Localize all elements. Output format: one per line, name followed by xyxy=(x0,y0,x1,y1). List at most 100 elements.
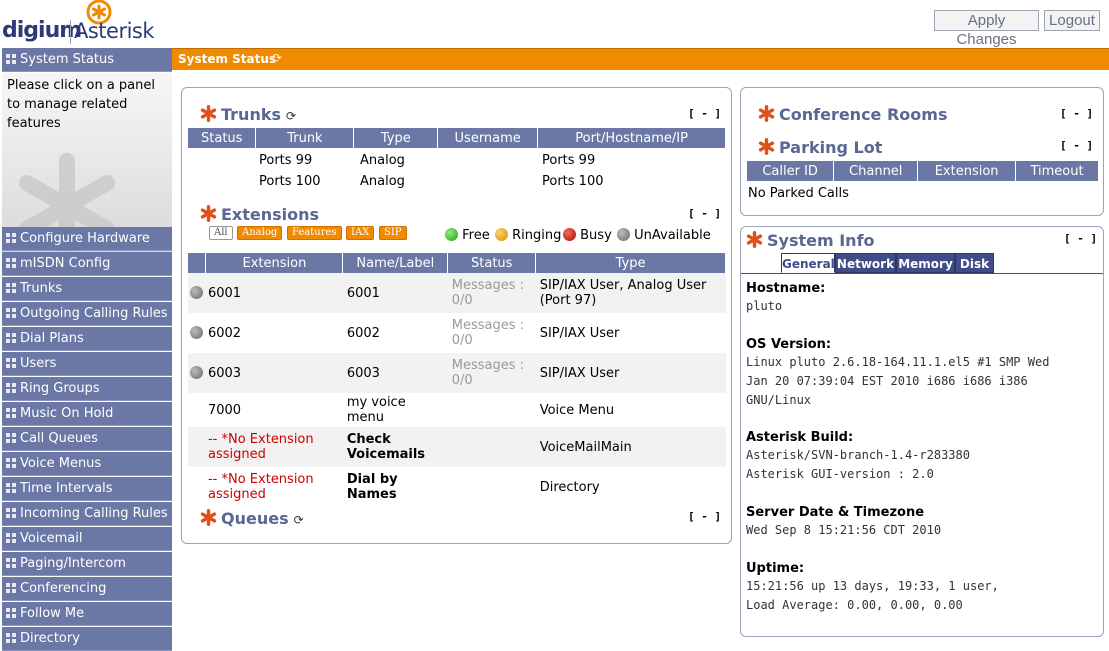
filter-iax-button[interactable]: IAX xyxy=(346,226,375,240)
filter-analog-button[interactable]: Analog xyxy=(237,226,283,240)
refresh-icon[interactable]: ⟳ xyxy=(272,51,282,65)
trunks-collapse-button[interactable]: [ - ] xyxy=(688,107,721,120)
extension-status-cell xyxy=(188,353,206,393)
sidebar-item-label: Call Queues xyxy=(20,431,98,446)
sidebar-item-trunks[interactable]: Trunks xyxy=(2,277,172,301)
refresh-icon[interactable]: ⟳ xyxy=(286,109,296,123)
asterisk-icon xyxy=(758,138,775,155)
sidebar-item-label: Follow Me xyxy=(20,606,85,621)
sidebar-item-label: Outgoing Calling Rules xyxy=(20,306,168,321)
tab-general[interactable]: General xyxy=(781,253,835,273)
sidebar-item-label: Directory xyxy=(20,631,80,646)
system-info-title[interactable]: System Info xyxy=(746,231,875,250)
sidebar-item-label: Time Intervals xyxy=(20,481,113,496)
conference-rooms-title[interactable]: Conference Rooms xyxy=(758,105,947,124)
sidebar-item-misdn-config[interactable]: mISDN Config xyxy=(2,252,172,276)
sidebar-item-label: Paging/Intercom xyxy=(20,556,126,571)
extension-number-text: -- *No Extension assigned xyxy=(207,472,314,502)
extension-number-text: 6001 xyxy=(207,285,242,301)
extensions-title[interactable]: Extensions xyxy=(200,205,319,224)
server-date-value: Wed Sep 8 15:21:56 CDT 2010 xyxy=(746,523,942,537)
trunk-status xyxy=(188,148,256,169)
filter-features-button[interactable]: Features xyxy=(287,226,342,240)
grid-icon xyxy=(6,583,16,593)
refresh-icon[interactable]: ⟳ xyxy=(294,513,304,527)
queues-title[interactable]: Queues ⟳ xyxy=(200,509,304,528)
column-header: Username xyxy=(437,128,539,148)
asterisk-icon xyxy=(200,205,217,222)
tab-disk[interactable]: Disk xyxy=(955,253,994,273)
extension-number-text: -- *No Extension assigned xyxy=(207,432,314,462)
table-row[interactable]: 6001 6001 Messages : 0/0 SIP/IAX User, Anal… xyxy=(188,273,726,313)
sidebar-item-time-intervals[interactable]: Time Intervals xyxy=(2,477,172,501)
extension-name: Dial by Names xyxy=(346,472,398,502)
sidebar-item-outgoing-calling-rules[interactable]: Outgoing Calling Rules xyxy=(2,302,172,326)
trunk-username xyxy=(438,148,538,169)
tab-network[interactable]: Network xyxy=(835,253,896,273)
sidebar-item-call-queues[interactable]: Call Queues xyxy=(2,427,172,451)
extension-status-cell xyxy=(188,427,206,467)
sidebar-item-conferencing[interactable]: Conferencing xyxy=(2,577,172,601)
column-header: Port/Hostname/IP xyxy=(537,128,726,148)
trunks-title[interactable]: Trunks ⟳ xyxy=(200,105,296,124)
filter-sip-button[interactable]: SIP xyxy=(379,226,407,240)
queues-collapse-button[interactable]: [ - ] xyxy=(688,510,721,523)
table-row[interactable]: -- *No Extension assigned Dial by Names Di… xyxy=(188,467,726,507)
apply-changes-button[interactable]: Apply Changes xyxy=(934,10,1039,48)
sidebar-item-voicemail[interactable]: Voicemail xyxy=(2,527,172,551)
table-row[interactable]: 7000 my voice menu Voice Menu xyxy=(188,393,726,427)
sidebar-item-paging-intercom[interactable]: Paging/Intercom xyxy=(2,552,172,576)
asterisk-wordmark: Asterisk xyxy=(74,19,155,43)
sidebar-item-dial-plans[interactable]: Dial Plans xyxy=(2,327,172,351)
sidebar-item-music-on-hold[interactable]: Music On Hold xyxy=(2,402,172,426)
system-info-collapse-button[interactable]: [ - ] xyxy=(1064,232,1097,245)
conference-collapse-button[interactable]: [ - ] xyxy=(1060,107,1093,120)
extension-number: -- *No Extension assigned xyxy=(206,467,343,507)
sidebar-item-configure-hardware[interactable]: Configure Hardware xyxy=(2,227,172,251)
grid-icon xyxy=(6,308,16,318)
grid-icon xyxy=(6,458,16,468)
filter-all-button[interactable]: All xyxy=(209,226,233,240)
sidebar-item-label: mISDN Config xyxy=(20,256,111,271)
logout-button[interactable]: Logout xyxy=(1044,10,1100,31)
asterisk-icon xyxy=(746,231,763,248)
table-row[interactable]: 6003 6003 Messages : 0/0 SIP/IAX User xyxy=(188,353,726,393)
extension-number-text: 7000 xyxy=(207,402,242,418)
grid-icon xyxy=(6,283,16,293)
tab-memory[interactable]: Memory xyxy=(896,253,955,273)
unavailable-status-icon xyxy=(190,325,203,339)
extension-number-text: 6002 xyxy=(207,325,242,341)
digium-asterisk-logo: digium Asterisk xyxy=(2,0,172,47)
sidebar-item-voice-menus[interactable]: Voice Menus xyxy=(2,452,172,476)
asterisk-icon xyxy=(200,105,217,122)
parking-lot-title[interactable]: Parking Lot xyxy=(758,138,882,157)
column-header xyxy=(188,253,207,273)
unavailable-status-icon xyxy=(190,365,203,379)
extension-status-cell xyxy=(188,313,206,353)
table-row[interactable]: -- *No Extension assigned Check Voicemail… xyxy=(188,427,726,467)
extension-type: SIP/IAX User xyxy=(535,353,726,393)
extensions-collapse-button[interactable]: [ - ] xyxy=(688,207,721,220)
sidebar-item-incoming-calling-rules[interactable]: Incoming Calling Rules xyxy=(2,502,172,526)
extension-name: 6002 xyxy=(346,325,380,341)
sidebar-item-label: Users xyxy=(20,356,57,371)
sidebar-item-users[interactable]: Users xyxy=(2,352,172,376)
extension-number: 7000 xyxy=(206,393,343,427)
extensions-title-text: Extensions xyxy=(221,205,320,224)
parking-collapse-button[interactable]: [ - ] xyxy=(1060,139,1093,152)
grid-icon xyxy=(6,633,16,643)
grid-icon xyxy=(6,383,16,393)
extension-number: 6003 xyxy=(205,353,343,393)
column-header: Extension xyxy=(205,253,344,273)
sidebar-item-ring-groups[interactable]: Ring Groups xyxy=(2,377,172,401)
table-row[interactable]: 6002 6002 Messages : 0/0 SIP/IAX User xyxy=(188,313,726,353)
sidebar-item-directory[interactable]: Directory xyxy=(2,627,172,651)
legend-ringing: Ringing xyxy=(495,228,561,243)
sidebar-item-label: Voice Menus xyxy=(20,456,102,471)
extension-status xyxy=(448,467,536,507)
extension-type: Directory xyxy=(539,479,600,495)
extensions-table-header: Extension Name/Label Status Type xyxy=(188,253,726,273)
sidebar-item-follow-me[interactable]: Follow Me xyxy=(2,602,172,626)
green-status-icon xyxy=(445,228,458,241)
sidebar-item-system-status[interactable]: System Status xyxy=(2,48,172,72)
